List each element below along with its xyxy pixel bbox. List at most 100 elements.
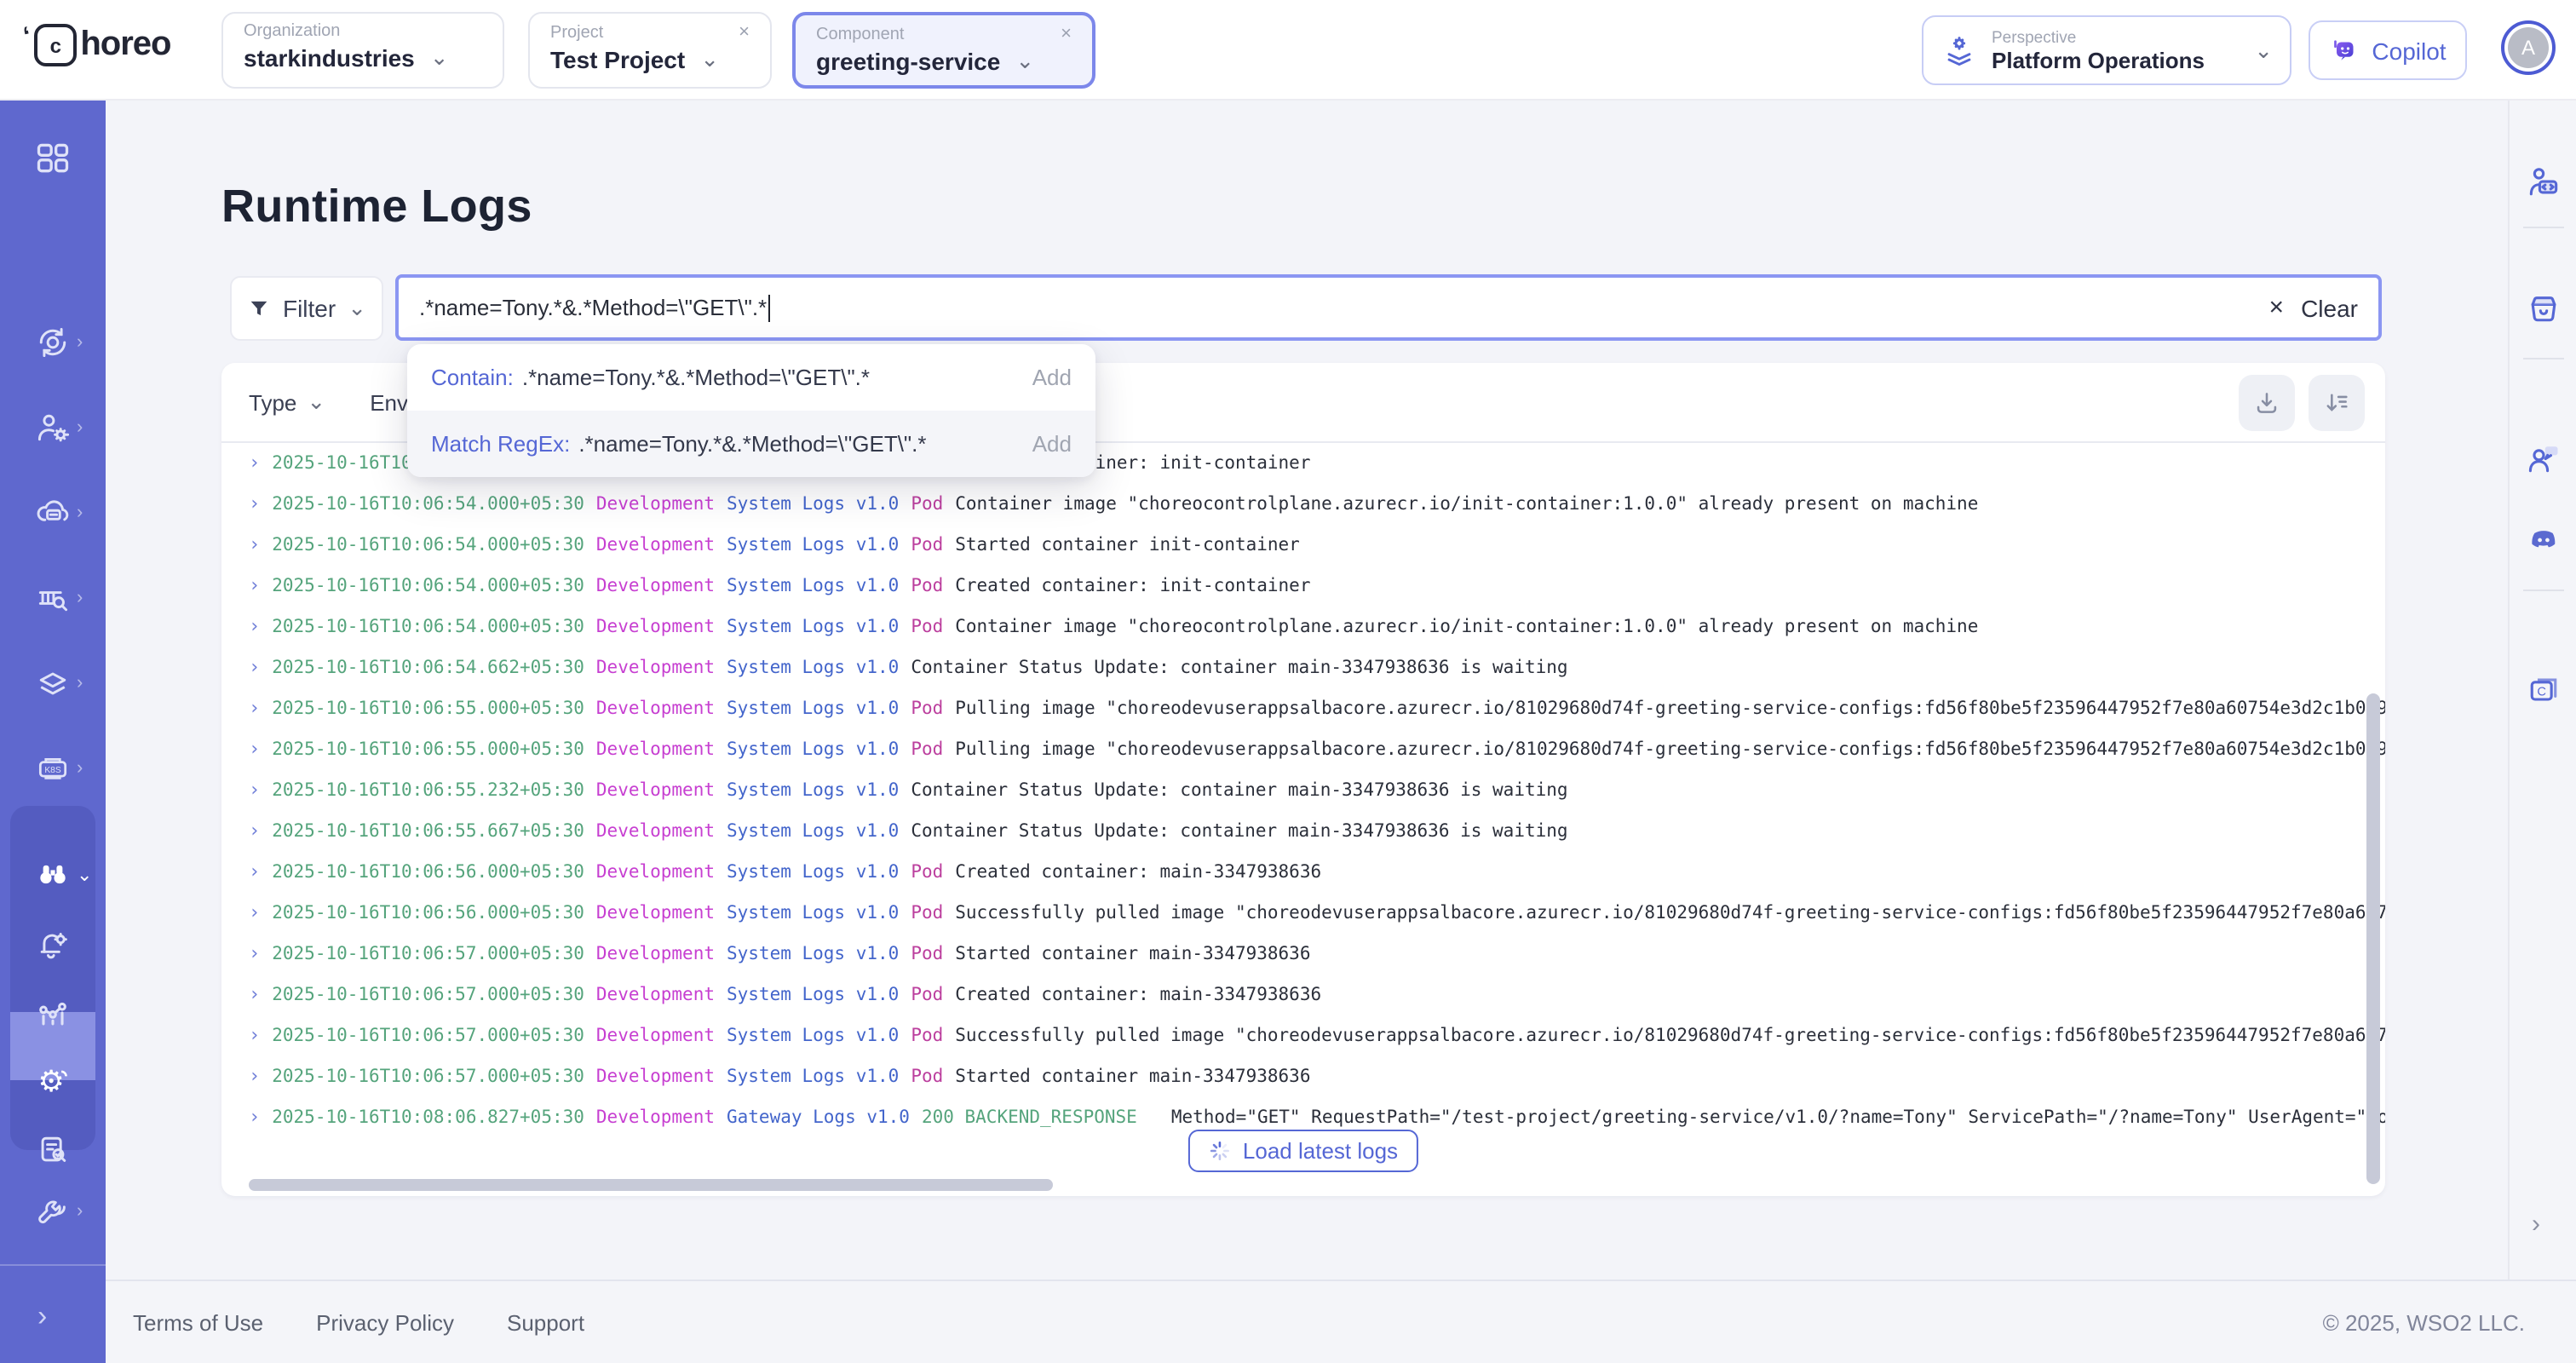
log-row[interactable]: ›2025-10-16T10:06:57.000+05:30Developmen…	[221, 1015, 2385, 1056]
vertical-scrollbar[interactable]	[2366, 693, 2380, 1184]
component-label: Component	[816, 25, 904, 43]
chevron-down-icon: ⌄	[430, 49, 449, 66]
discord-icon[interactable]	[2525, 521, 2562, 559]
log-search-input[interactable]: .*name=Tony.*&.*Method=\"GET\".* × Clear	[395, 274, 2382, 341]
developer-portal-icon[interactable]	[2525, 164, 2562, 201]
log-row[interactable]: ›2025-10-16T10:06:56.000+05:30Developmen…	[221, 852, 2385, 893]
log-row[interactable]: ›2025-10-16T10:06:55.667+05:30Developmen…	[221, 811, 2385, 852]
expand-chevron-icon: ›	[249, 533, 260, 555]
log-timestamp: 2025-10-16T10:06:55.667+05:30	[272, 821, 584, 842]
log-message: Container image "choreocontrolplane.azur…	[955, 494, 1978, 515]
log-timestamp: 2025-10-16T10:06:56.000+05:30	[272, 862, 584, 883]
sidebar-item-observability-header[interactable]: ⌄	[0, 840, 106, 908]
chevron-down-icon: ⌄	[307, 394, 325, 411]
log-timestamp: 2025-10-16T10:06:54.000+05:30	[272, 576, 584, 596]
component-selector[interactable]: Component × greeting-service ⌄	[792, 12, 1095, 89]
right-sidebar: C ›	[2508, 99, 2576, 1280]
logs-panel: Type⌄ Environments ›2025-10-16T10:06:54.…	[221, 363, 2385, 1196]
expand-chevron-icon: ›	[249, 738, 260, 760]
log-environment: Development	[596, 944, 715, 964]
match-regex-option[interactable]: Match RegEx: .*name=Tony.*&.*Method=\"GE…	[407, 411, 1095, 477]
privacy-link[interactable]: Privacy Policy	[316, 1309, 454, 1335]
sidebar-item-admin-tools[interactable]: ›	[0, 1177, 106, 1245]
sidebar-item-runtime[interactable]: ⚙	[0, 1046, 106, 1114]
support-link[interactable]: Support	[507, 1309, 584, 1335]
type-column-filter[interactable]: Type⌄	[249, 389, 325, 415]
sidebar-item-user-management[interactable]: ›	[0, 394, 106, 462]
log-row[interactable]: ›2025-10-16T10:06:57.000+05:30Developmen…	[221, 975, 2385, 1015]
log-environment: Development	[596, 903, 715, 923]
user-avatar[interactable]: A	[2501, 20, 2556, 75]
sidebar-item-build-deploy[interactable]: ›	[0, 308, 106, 377]
log-row[interactable]: ›2025-10-16T10:06:55.000+05:30Developmen…	[221, 729, 2385, 770]
sidebar-item-kubernetes[interactable]: K8S ›	[0, 734, 106, 802]
expand-chevron-icon: ›	[249, 697, 260, 719]
choreo-logo[interactable]: ʻ c horeo	[24, 24, 170, 66]
load-latest-logs-button[interactable]: Load latest logs	[1188, 1130, 1418, 1172]
log-row[interactable]: ›2025-10-16T10:06:54.000+05:30Developmen…	[221, 607, 2385, 647]
filter-button[interactable]: Filter ⌄	[230, 276, 383, 341]
expand-sidebar-button[interactable]: ›	[37, 1300, 47, 1334]
log-type: System Logs v1.0	[727, 576, 899, 596]
log-environment: Development	[596, 739, 715, 760]
copilot-robot-icon	[2329, 35, 2360, 66]
sidebar-item-audit-logs[interactable]	[0, 1116, 106, 1184]
marketplace-icon[interactable]	[2525, 290, 2562, 327]
log-row[interactable]: ›2025-10-16T10:06:55.232+05:30Developmen…	[221, 770, 2385, 811]
download-logs-button[interactable]	[2239, 374, 2295, 430]
log-row[interactable]: ›2025-10-16T10:06:54.000+05:30Developmen…	[221, 566, 2385, 607]
project-selector[interactable]: Project × Test Project ⌄	[528, 12, 772, 89]
close-icon[interactable]: ×	[739, 22, 750, 43]
close-icon[interactable]: ×	[1061, 24, 1072, 44]
log-message: Created container: main-3347938636	[955, 862, 1321, 883]
clear-button[interactable]: Clear	[2301, 294, 2358, 321]
kubernetes-icon: K8S	[34, 750, 72, 787]
sidebar-item-layers[interactable]: ›	[0, 649, 106, 717]
log-row[interactable]: ›2025-10-16T10:06:55.000+05:30Developmen…	[221, 688, 2385, 729]
sidebar-item-usage-insights[interactable]	[0, 980, 106, 1048]
log-type: System Logs v1.0	[727, 780, 899, 801]
terms-link[interactable]: Terms of Use	[133, 1309, 263, 1335]
svg-text:C: C	[2537, 686, 2546, 699]
log-row[interactable]: ›2025-10-16T10:06:56.000+05:30Developmen…	[221, 893, 2385, 934]
horizontal-scrollbar[interactable]	[249, 1179, 1053, 1191]
contain-option[interactable]: Contain: .*name=Tony.*&.*Method=\"GET\".…	[407, 344, 1095, 411]
organization-selector[interactable]: Organization starkindustries ⌄	[221, 12, 504, 89]
chevron-down-icon: ⌄	[700, 51, 719, 68]
log-timestamp: 2025-10-16T10:06:54.662+05:30	[272, 658, 584, 678]
log-pod-badge: Pod	[911, 944, 943, 964]
log-row[interactable]: ›2025-10-16T10:06:54.000+05:30Developmen…	[221, 484, 2385, 525]
expand-chevron-icon: ›	[249, 901, 260, 923]
log-pod-badge: Pod	[911, 494, 943, 515]
expand-right-rail-button[interactable]: ›	[2532, 1210, 2540, 1239]
log-timestamp: 2025-10-16T10:06:55.000+05:30	[272, 699, 584, 719]
sidebar-item-governance[interactable]: ›	[0, 564, 106, 632]
log-pod-badge: Pod	[911, 699, 943, 719]
log-message: Container Status Update: container main-…	[911, 821, 1567, 842]
sidebar-item-cloud-resources[interactable]: ›	[0, 479, 106, 547]
log-row[interactable]: ›2025-10-16T10:06:54.000+05:30Developmen…	[221, 525, 2385, 566]
choreo-docs-icon[interactable]: C	[2525, 671, 2562, 709]
chevron-right-icon: ›	[77, 417, 83, 438]
runtime-settings-gear-icon: ⚙	[34, 1061, 72, 1099]
build-deploy-gear-sync-icon	[34, 324, 72, 361]
log-row[interactable]: ›2025-10-16T10:06:57.000+05:30Developmen…	[221, 1056, 2385, 1097]
usage-insights-icon	[34, 995, 72, 1032]
sidebar-item-overview[interactable]	[0, 124, 106, 193]
organization-value: starkindustries	[244, 44, 415, 72]
log-row[interactable]: ›2025-10-16T10:06:54.662+05:30Developmen…	[221, 647, 2385, 688]
sidebar-item-alerts[interactable]	[0, 912, 106, 980]
add-regex-button[interactable]: Add	[1012, 431, 1072, 457]
log-timestamp: 2025-10-16T10:06:54.000+05:30	[272, 617, 584, 637]
scroll-to-latest-button[interactable]	[2309, 374, 2365, 430]
log-pod-badge: Pod	[911, 576, 943, 596]
log-row[interactable]: ›2025-10-16T10:06:57.000+05:30Developmen…	[221, 934, 2385, 975]
copilot-button[interactable]: Copilot	[2309, 20, 2467, 80]
add-contain-button[interactable]: Add	[1012, 365, 1072, 390]
log-message: Container Status Update: container main-…	[911, 780, 1567, 801]
feedback-icon[interactable]	[2525, 440, 2562, 477]
log-type: System Logs v1.0	[727, 1067, 899, 1087]
perspective-selector[interactable]: Perspective Platform Operations ⌄	[1922, 15, 2291, 85]
expand-chevron-icon: ›	[249, 1106, 260, 1128]
clear-x-icon[interactable]: ×	[2269, 293, 2285, 322]
